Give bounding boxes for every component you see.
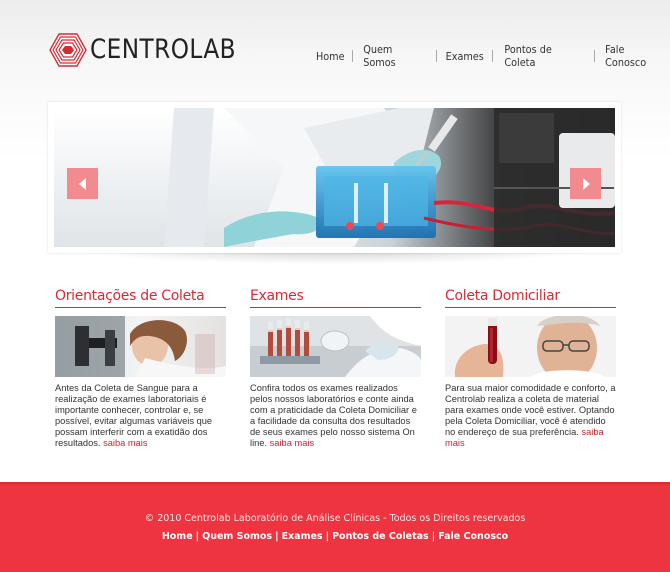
nav-home[interactable]: Home bbox=[316, 50, 345, 63]
footer-link-home[interactable]: Home bbox=[162, 531, 193, 542]
column-coleta-domiciliar: Coleta Domiciliar Para sua maior comodid… bbox=[445, 288, 616, 449]
thumb-blood-tube-man bbox=[445, 316, 616, 377]
column-title: Coleta Domiciliar bbox=[445, 288, 616, 308]
slide-image-lab-technician bbox=[54, 108, 615, 247]
nav-fale-conosco[interactable]: Fale Conosco bbox=[605, 43, 666, 69]
slider-next-button[interactable] bbox=[570, 168, 601, 199]
nav-exames[interactable]: Exames bbox=[445, 50, 483, 63]
saiba-mais-link[interactable]: saiba mais bbox=[270, 438, 314, 448]
logo[interactable]: CENTROLAB bbox=[49, 32, 260, 68]
footer-link-pontos-de-coletas[interactable]: Pontos de Coletas bbox=[332, 531, 429, 542]
footer-separator: | bbox=[325, 531, 330, 542]
column-title: Orientações de Coleta bbox=[55, 288, 226, 308]
footer-link-quem-somos[interactable]: Quem Somos bbox=[202, 531, 272, 542]
slider-prev-button[interactable] bbox=[67, 168, 98, 199]
footer: © 2010 Centrolab Laboratório de Análise … bbox=[0, 482, 670, 572]
column-text: Confira todos os exames realizados pelos… bbox=[250, 383, 421, 449]
logo-text: CENTROLAB bbox=[90, 34, 237, 65]
footer-separator: | bbox=[275, 531, 279, 542]
column-text: Para sua maior comodidade e conforto, a … bbox=[445, 383, 616, 449]
saiba-mais-link[interactable]: saiba mais bbox=[103, 438, 147, 448]
footer-nav: Home | Quem Somos | Exames | Pontos de C… bbox=[0, 531, 670, 542]
thumb-test-tubes bbox=[250, 316, 421, 377]
column-text: Antes da Coleta de Sangue para a realiza… bbox=[55, 383, 226, 449]
footer-separator: | bbox=[431, 531, 436, 542]
footer-top-border bbox=[0, 482, 670, 485]
nav-quem-somos[interactable]: Quem Somos bbox=[364, 43, 426, 69]
hexagon-logo-icon bbox=[49, 33, 87, 67]
column-orientacoes: Orientações de Coleta Antes da Coleta de… bbox=[55, 288, 226, 449]
nav-pontos-de-coleta[interactable]: Pontos de Coleta bbox=[505, 43, 583, 69]
footer-link-exames[interactable]: Exames bbox=[282, 531, 323, 542]
image-slider bbox=[48, 102, 621, 253]
column-title: Exames bbox=[250, 288, 421, 308]
chevron-right-icon bbox=[582, 177, 590, 190]
copyright-text: © 2010 Centrolab Laboratório de Análise … bbox=[144, 513, 526, 524]
footer-link-fale-conosco[interactable]: Fale Conosco bbox=[438, 531, 508, 542]
thumb-microscope-woman bbox=[55, 316, 226, 377]
nav-divider bbox=[594, 50, 595, 62]
nav-divider bbox=[435, 50, 437, 62]
main-nav: Home Quem Somos Exames Pontos de Coleta … bbox=[314, 43, 670, 69]
page: CENTROLAB Home Quem Somos Exames Pontos … bbox=[0, 0, 670, 572]
nav-divider bbox=[492, 50, 494, 62]
chevron-left-icon bbox=[78, 177, 86, 190]
footer-separator: | bbox=[195, 531, 200, 542]
column-exames: Exames Confira todos os exames realizado… bbox=[250, 288, 421, 449]
nav-divider bbox=[352, 50, 354, 62]
